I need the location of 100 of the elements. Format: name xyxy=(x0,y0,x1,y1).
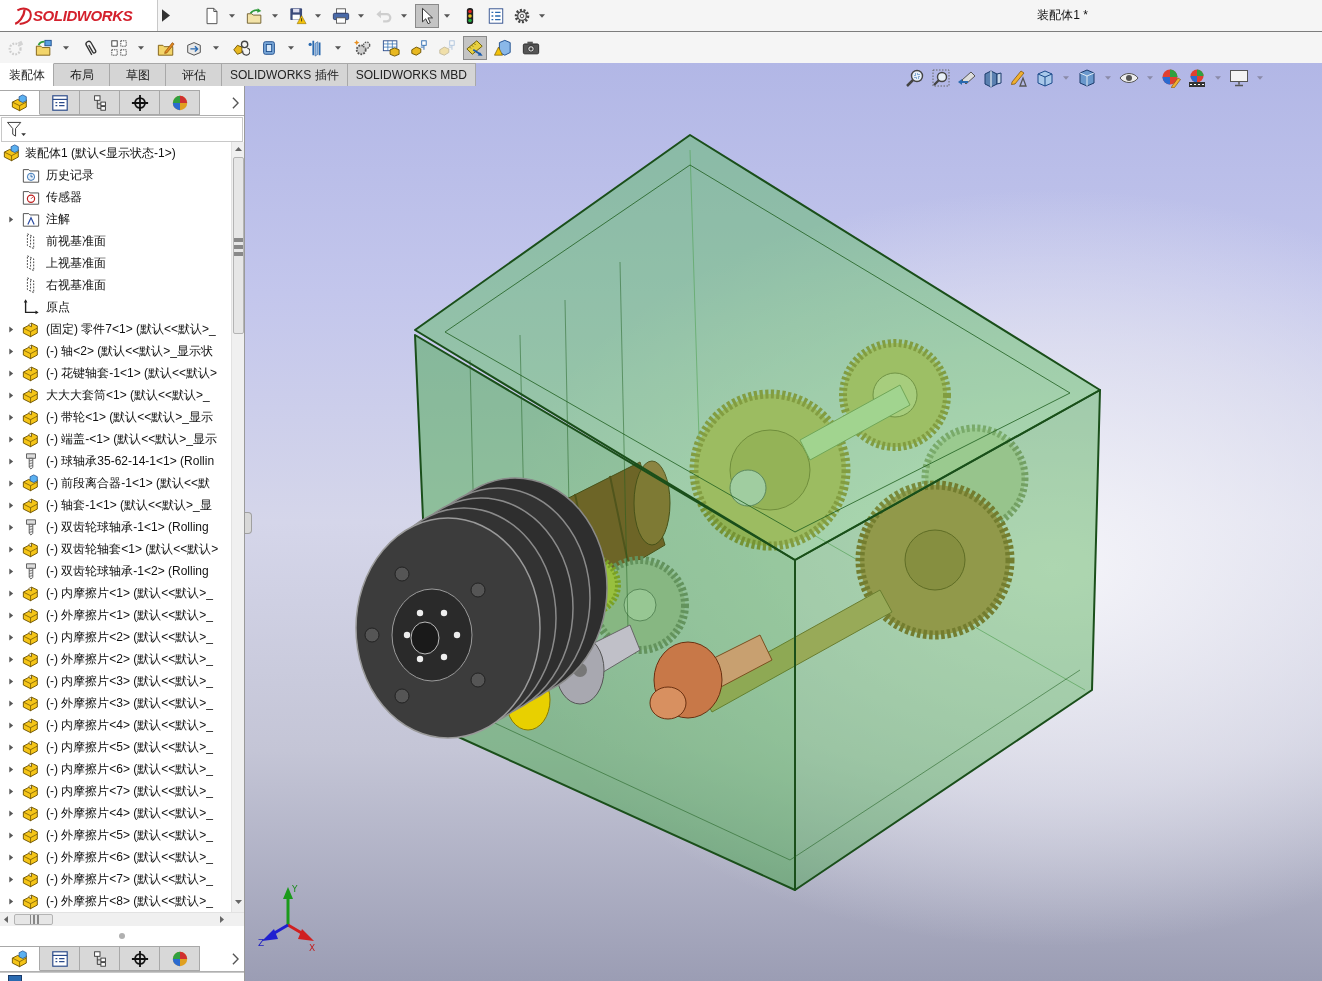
expand-arrow-icon[interactable] xyxy=(8,215,14,223)
tree-item[interactable]: (-) 内摩擦片<2> (默认<<默认>_ xyxy=(46,628,214,646)
command-tab[interactable]: 草图 xyxy=(110,63,166,86)
tree-item[interactable]: 大大大套筒<1> (默认<<默认>_ xyxy=(46,386,210,404)
panel-tab[interactable] xyxy=(40,946,80,971)
tree-item[interactable]: (-) 外摩擦片<7> (默认<<默认>_ xyxy=(46,870,214,888)
tree-item[interactable]: (-) 内摩擦片<3> (默认<<默认>_ xyxy=(46,672,214,690)
tree-item[interactable]: (-) 外摩擦片<5> (默认<<默认>_ xyxy=(46,826,214,844)
tree-item[interactable]: 装配体1 (默认<显示状态-1>) xyxy=(25,144,176,162)
tree-item[interactable]: 传感器 xyxy=(46,188,82,206)
tree-item[interactable]: (-) 花键轴套-1<1> (默认<<默认> xyxy=(46,364,218,382)
expand-arrow-icon[interactable] xyxy=(8,743,14,751)
expand-arrow-icon[interactable] xyxy=(8,677,14,685)
expand-arrow-icon[interactable] xyxy=(8,897,14,905)
tree-item[interactable]: (-) 外摩擦片<3> (默认<<默认>_ xyxy=(46,694,214,712)
chevron-right-icon[interactable] xyxy=(232,96,239,109)
expand-arrow-icon[interactable] xyxy=(8,369,14,377)
toolbar-button[interactable] xyxy=(415,3,439,28)
expand-arrow-icon[interactable] xyxy=(8,853,14,861)
tree-item[interactable]: (-) 外摩擦片<6> (默认<<默认>_ xyxy=(46,848,214,866)
expand-arrow-icon[interactable] xyxy=(8,633,14,641)
command-tab[interactable]: SOLIDWORKS 插件 xyxy=(222,63,348,86)
splitter-handle-icon[interactable] xyxy=(119,933,125,939)
command-tab[interactable]: 评估 xyxy=(166,63,222,86)
magnifier-icon[interactable] xyxy=(905,68,925,88)
tree-item[interactable]: (-) 前段离合器-1<1> (默认<<默 xyxy=(46,474,211,492)
caret-icon[interactable] xyxy=(272,13,278,18)
caret-right-icon[interactable] xyxy=(162,9,170,22)
scrollbar-thumb[interactable] xyxy=(232,157,244,334)
expand-arrow-icon[interactable] xyxy=(8,831,14,839)
tree-item[interactable]: (-) 双齿轮轴套<1> (默认<<默认> xyxy=(46,540,219,558)
gearbox-assembly-drawing[interactable] xyxy=(355,134,1101,891)
tree-item[interactable]: 原点 xyxy=(46,298,70,316)
panel-tab[interactable] xyxy=(40,90,80,115)
tree-item[interactable]: (-) 双齿轮球轴承-1<1> (Rolling xyxy=(46,518,209,536)
expand-arrow-icon[interactable] xyxy=(8,413,14,421)
expand-arrow-icon[interactable] xyxy=(8,457,14,465)
magnifier-frame-icon[interactable] xyxy=(931,68,951,88)
caret-icon[interactable] xyxy=(63,45,69,50)
panel-tab[interactable] xyxy=(80,90,120,115)
expand-arrow-icon[interactable] xyxy=(8,523,14,531)
tree-item[interactable]: (固定) 零件7<1> (默认<<默认>_ xyxy=(46,320,216,338)
caret-icon[interactable] xyxy=(138,45,144,50)
caret-icon[interactable] xyxy=(229,13,235,18)
tree-item[interactable]: (-) 内摩擦片<1> (默认<<默认>_ xyxy=(46,584,214,602)
expand-arrow-icon[interactable] xyxy=(8,655,14,663)
caret-icon[interactable] xyxy=(335,45,341,50)
expand-arrow-icon[interactable] xyxy=(8,721,14,729)
tree-item[interactable]: 上视基准面 xyxy=(46,254,106,272)
command-tab[interactable]: SOLIDWORKS MBD xyxy=(347,63,477,86)
scroll-right-icon[interactable] xyxy=(220,916,224,923)
tree-item[interactable]: (-) 外摩擦片<4> (默认<<默认>_ xyxy=(46,804,214,822)
expand-arrow-icon[interactable] xyxy=(8,809,14,817)
color-scene-icon[interactable] xyxy=(1187,68,1207,88)
caret-icon[interactable] xyxy=(288,45,294,50)
scroll-up-icon[interactable] xyxy=(234,147,242,151)
color-pencil-icon[interactable] xyxy=(1161,68,1181,88)
section-cube-icon[interactable] xyxy=(983,68,1003,88)
tree-item[interactable]: (-) 球轴承35-62-14-1<1> (Rollin xyxy=(46,452,215,470)
expand-arrow-icon[interactable] xyxy=(8,589,14,597)
tree-item[interactable]: (-) 双齿轮球轴承-1<2> (Rolling xyxy=(46,562,209,580)
scrollbar-thumb[interactable] xyxy=(14,914,53,925)
tree-item[interactable]: (-) 内摩擦片<7> (默认<<默认>_ xyxy=(46,782,214,800)
tree-item[interactable]: 前视基准面 xyxy=(46,232,106,250)
expand-arrow-icon[interactable] xyxy=(8,545,14,553)
panel-tab[interactable] xyxy=(120,946,160,971)
vertical-scrollbar[interactable] xyxy=(231,142,244,912)
expand-arrow-icon[interactable] xyxy=(8,699,14,707)
tree-item[interactable]: (-) 内摩擦片<5> (默认<<默认>_ xyxy=(46,738,214,756)
pencil-shape-icon[interactable] xyxy=(1009,68,1029,88)
caret-icon[interactable] xyxy=(315,13,321,18)
horizontal-scrollbar[interactable] xyxy=(0,912,244,926)
expand-arrow-icon[interactable] xyxy=(8,567,14,575)
tree-item[interactable]: (-) 轴套-1<1> (默认<<默认>_显 xyxy=(46,496,212,514)
axis-triad-icon[interactable] xyxy=(262,887,314,941)
expand-arrow-icon[interactable] xyxy=(8,435,14,443)
tree-item[interactable]: 注解 xyxy=(46,210,70,228)
filter-icon[interactable] xyxy=(6,121,27,138)
scroll-left-icon[interactable] xyxy=(4,916,8,923)
caret-icon[interactable] xyxy=(539,13,545,18)
expand-arrow-icon[interactable] xyxy=(8,875,14,883)
tree-item[interactable]: (-) 带轮<1> (默认<<默认>_显示 xyxy=(46,408,214,426)
expand-arrow-icon[interactable] xyxy=(8,611,14,619)
tree-item[interactable]: (-) 外摩擦片<8> (默认<<默认>_ xyxy=(46,892,214,910)
expand-arrow-icon[interactable] xyxy=(8,501,14,509)
tree-item[interactable]: 右视基准面 xyxy=(46,276,106,294)
caret-icon[interactable] xyxy=(213,45,219,50)
tree-item[interactable]: (-) 端盖-<1> (默认<<默认>_显示 xyxy=(46,430,218,448)
expand-arrow-icon[interactable] xyxy=(8,479,14,487)
panel-tab[interactable] xyxy=(120,90,160,115)
expand-arrow-icon[interactable] xyxy=(8,347,14,355)
expand-arrow-icon[interactable] xyxy=(8,325,14,333)
tree-item[interactable]: (-) 内摩擦片<6> (默认<<默认>_ xyxy=(46,760,214,778)
expand-arrow-icon[interactable] xyxy=(8,765,14,773)
tree-item[interactable]: (-) 外摩擦片<1> (默认<<默认>_ xyxy=(46,606,214,624)
expand-arrow-icon[interactable] xyxy=(8,391,14,399)
tree-item[interactable]: (-) 内摩擦片<4> (默认<<默认>_ xyxy=(46,716,214,734)
caret-icon[interactable] xyxy=(444,13,450,18)
chevron-right-icon[interactable] xyxy=(232,952,239,965)
tree-item[interactable]: (-) 外摩擦片<2> (默认<<默认>_ xyxy=(46,650,214,668)
